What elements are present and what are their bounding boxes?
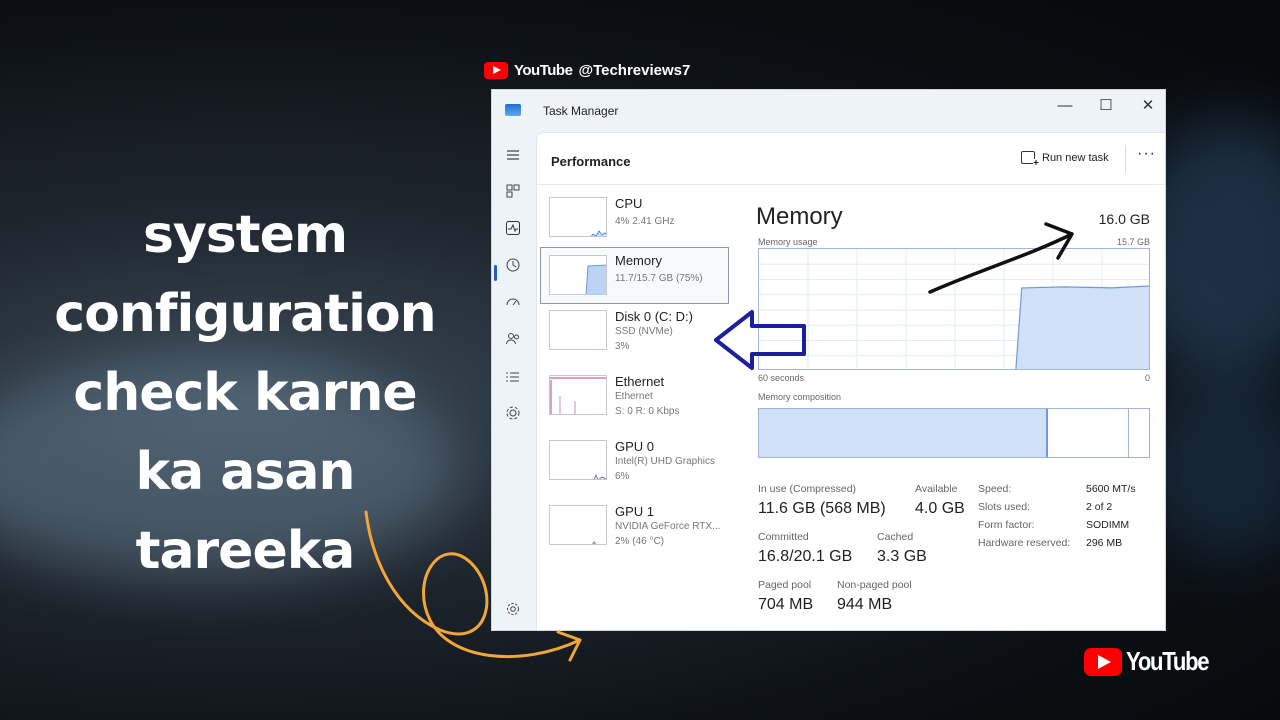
perf-item-name: Disk 0 (C: D:): [615, 309, 693, 324]
slots-used-label: Slots used:: [978, 501, 1030, 513]
perf-item-detail: Ethernet: [615, 391, 653, 402]
ethernet-thumbnail-graph: [549, 375, 607, 415]
memory-usage-label: Memory usage: [758, 237, 818, 247]
main-content: Performance Run new task ··· CPU 4% 2.41…: [536, 132, 1165, 630]
perf-item-usage: 2% (46 °C): [615, 536, 665, 547]
disk-thumbnail-graph: [549, 310, 607, 350]
nonpaged-pool-value: 944 MB: [837, 596, 893, 613]
perf-item-gpu1[interactable]: GPU 1 NVIDIA GeForce RTX... 2% (46 °C): [541, 499, 731, 557]
maximize-button[interactable]: ☐: [1089, 94, 1123, 118]
details-icon[interactable]: [501, 368, 525, 392]
perf-item-usage: 3%: [615, 341, 630, 352]
youtube-watermark: YouTube @Techreviews7: [484, 62, 690, 79]
paged-pool-value: 704 MB: [758, 596, 814, 613]
graph-x-right-label: 0: [1144, 373, 1150, 383]
youtube-wordmark: YouTube: [1126, 646, 1210, 676]
youtube-logo-icon: [1084, 647, 1122, 676]
form-factor-label: Form factor:: [978, 519, 1035, 531]
memory-usage-graph: [758, 248, 1150, 370]
background-smoke: [1150, 380, 1280, 560]
caption-line: tareeka: [135, 521, 356, 581]
perf-item-cpu[interactable]: CPU 4% 2.41 GHz: [541, 191, 731, 249]
gpu0-thumbnail-graph: [549, 440, 607, 480]
app-history-icon[interactable]: [501, 257, 525, 281]
cpu-thumbnail-graph: [549, 197, 607, 237]
services-icon[interactable]: [501, 405, 525, 429]
perf-item-detail: NVIDIA GeForce RTX...: [615, 521, 721, 532]
processes-icon[interactable]: [501, 183, 525, 207]
content-header: Performance Run new task ···: [537, 133, 1165, 185]
memory-total: 16.0 GB: [1098, 211, 1150, 227]
memory-usage-max: 15.7 GB: [1116, 237, 1150, 247]
perf-item-disk[interactable]: Disk 0 (C: D:) SSD (NVMe) 3%: [541, 304, 731, 362]
channel-handle: @Techreviews7: [578, 62, 691, 79]
composition-in-use: [759, 409, 1048, 457]
close-button[interactable]: ✕: [1131, 94, 1165, 118]
perf-item-name: GPU 1: [615, 504, 655, 519]
perf-item-name: Ethernet: [615, 374, 665, 389]
perf-item-memory[interactable]: Memory 11.7/15.7 GB (75%): [540, 247, 729, 304]
video-caption: system configuration check karne ka asan…: [40, 196, 450, 591]
committed-label: Committed: [758, 531, 809, 543]
memory-composition-bar: [758, 408, 1150, 458]
perf-item-name: CPU: [615, 196, 643, 211]
caption-line: system: [142, 205, 348, 265]
nonpaged-pool-label: Non-paged pool: [837, 579, 912, 591]
committed-value: 16.8/20.1 GB: [758, 548, 853, 565]
perf-item-ethernet[interactable]: Ethernet Ethernet S: 0 R: 0 Kbps: [541, 369, 731, 427]
perf-item-usage: S: 0 R: 0 Kbps: [615, 406, 680, 417]
in-use-value: 11.6 GB (568 MB): [758, 500, 886, 517]
perf-item-detail: 4% 2.41 GHz: [615, 216, 675, 227]
available-value: 4.0 GB: [915, 500, 965, 517]
form-factor-value: SODIMM: [1086, 519, 1130, 531]
task-manager-window: Task Manager — ☐ ✕ Performance + Run new…: [491, 89, 1166, 631]
run-task-icon: [1021, 151, 1039, 169]
title-bar[interactable]: Task Manager — ☐ ✕: [492, 90, 1165, 132]
youtube-logo-icon: [484, 62, 508, 79]
perf-item-gpu0[interactable]: GPU 0 Intel(R) UHD Graphics 6%: [541, 434, 731, 492]
perf-item-name: Memory: [615, 253, 662, 268]
paged-pool-label: Paged pool: [758, 579, 812, 591]
hamburger-icon[interactable]: [501, 146, 525, 170]
perf-item-detail: Intel(R) UHD Graphics: [615, 456, 716, 467]
cached-label: Cached: [877, 531, 914, 543]
youtube-wordmark: YouTube: [514, 62, 573, 79]
run-new-task-button[interactable]: Run new task: [1021, 151, 1109, 169]
startup-apps-icon[interactable]: [501, 294, 525, 318]
sidebar-nav: [492, 132, 534, 630]
caption-line: configuration: [54, 284, 436, 344]
active-nav-indicator: [494, 265, 497, 281]
performance-icon[interactable]: [501, 220, 525, 244]
header-divider: [1125, 145, 1126, 173]
page-title: Performance: [551, 154, 631, 169]
perf-item-detail: 11.7/15.7 GB (75%): [615, 273, 703, 284]
users-icon[interactable]: [501, 331, 525, 355]
more-options-button[interactable]: ···: [1137, 145, 1161, 163]
composition-standby: [1048, 409, 1130, 457]
perf-item-detail: SSD (NVMe): [615, 326, 673, 337]
window-title: Task Manager: [543, 104, 619, 118]
slots-used-value: 2 of 2: [1086, 501, 1113, 513]
gpu1-thumbnail-graph: [549, 505, 607, 545]
minimize-button[interactable]: —: [1048, 94, 1082, 118]
memory-thumbnail-graph: [549, 255, 607, 295]
task-manager-app-icon: [505, 104, 521, 116]
speed-label: Speed:: [978, 483, 1012, 495]
graph-x-left-label: 60 seconds: [758, 373, 805, 383]
cached-value: 3.3 GB: [877, 548, 927, 565]
in-use-label: In use (Compressed): [758, 483, 857, 495]
memory-composition-label: Memory composition: [758, 392, 842, 402]
youtube-watermark-bottom: YouTube: [1084, 646, 1223, 677]
speed-value: 5600 MT/s: [1086, 483, 1136, 495]
hardware-reserved-label: Hardware reserved:: [978, 537, 1071, 549]
caption-line: check karne: [73, 363, 417, 423]
perf-item-usage: 6%: [615, 471, 630, 482]
hardware-reserved-value: 296 MB: [1086, 537, 1123, 549]
available-label: Available: [915, 483, 958, 495]
perf-item-name: GPU 0: [615, 439, 655, 454]
settings-icon[interactable]: [501, 601, 525, 625]
run-new-task-label: Run new task: [1042, 151, 1109, 164]
caption-line: ka asan: [135, 442, 356, 502]
memory-heading: Memory: [756, 203, 843, 230]
